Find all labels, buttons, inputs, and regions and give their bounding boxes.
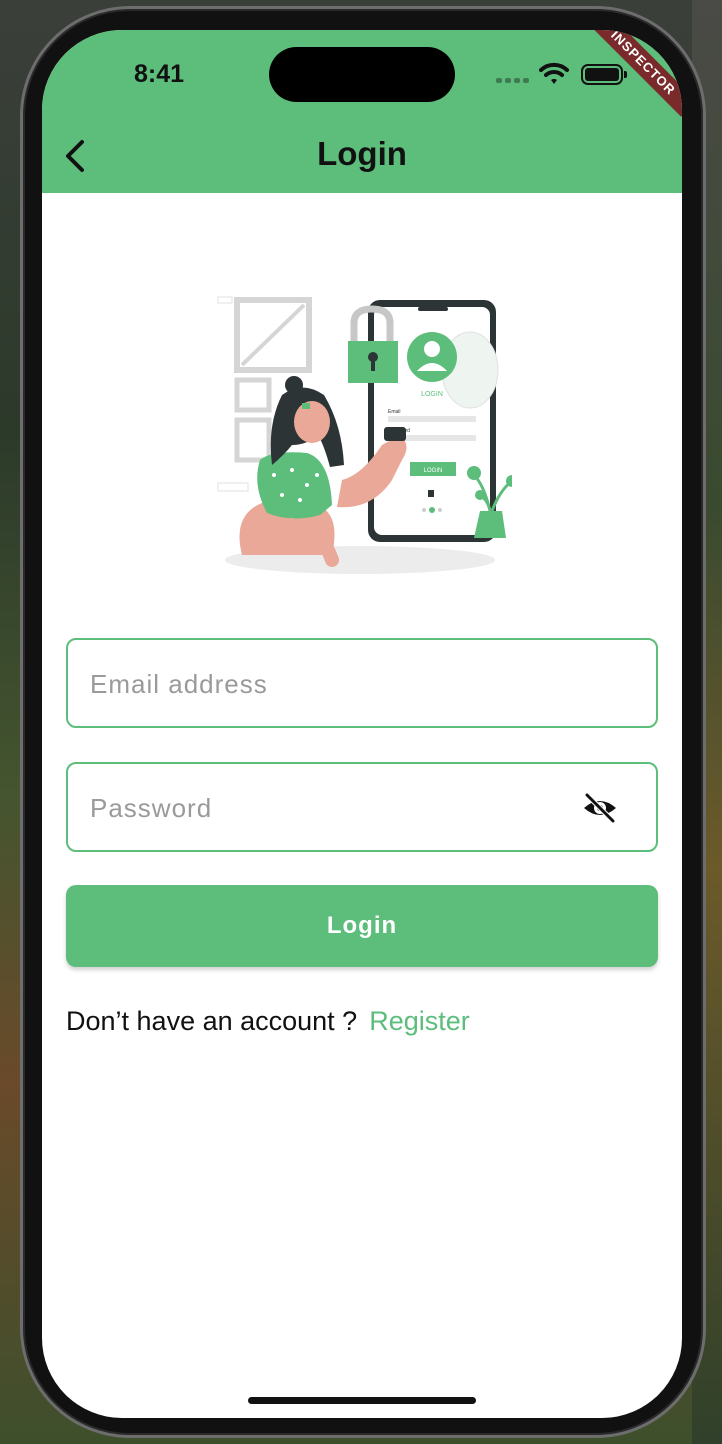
app-screen: 8:41 INSPECTOR Login LOGIN Email LOGIN E… [42,30,682,1418]
wifi-icon [539,62,569,84]
email-input[interactable] [90,664,570,704]
dynamic-island [269,47,455,102]
svg-text:Email: Email [388,409,401,415]
password-input[interactable] [90,788,570,828]
home-indicator[interactable] [248,1397,476,1404]
status-time: 8:41 [134,60,185,88]
password-field[interactable] [66,762,658,852]
register-prompt-text: Don’t have an account ? [66,1006,358,1036]
svg-text:LOGIN: LOGIN [424,468,443,474]
app-bar: 8:41 INSPECTOR Login [42,30,682,193]
battery-icon [581,64,627,85]
register-link[interactable]: Register [369,1006,470,1036]
login-button[interactable]: Login [66,885,658,967]
email-field[interactable] [66,638,658,728]
svg-text:LOGIN: LOGIN [421,391,443,398]
cellular-signal-icon [496,78,529,83]
person-phone-login-illustration: LOGIN Email Password LOGIN [217,296,512,574]
eye-slash-icon[interactable] [582,792,618,824]
register-prompt: Don’t have an account ? Register [66,1006,470,1037]
page-title: Login [317,135,407,172]
